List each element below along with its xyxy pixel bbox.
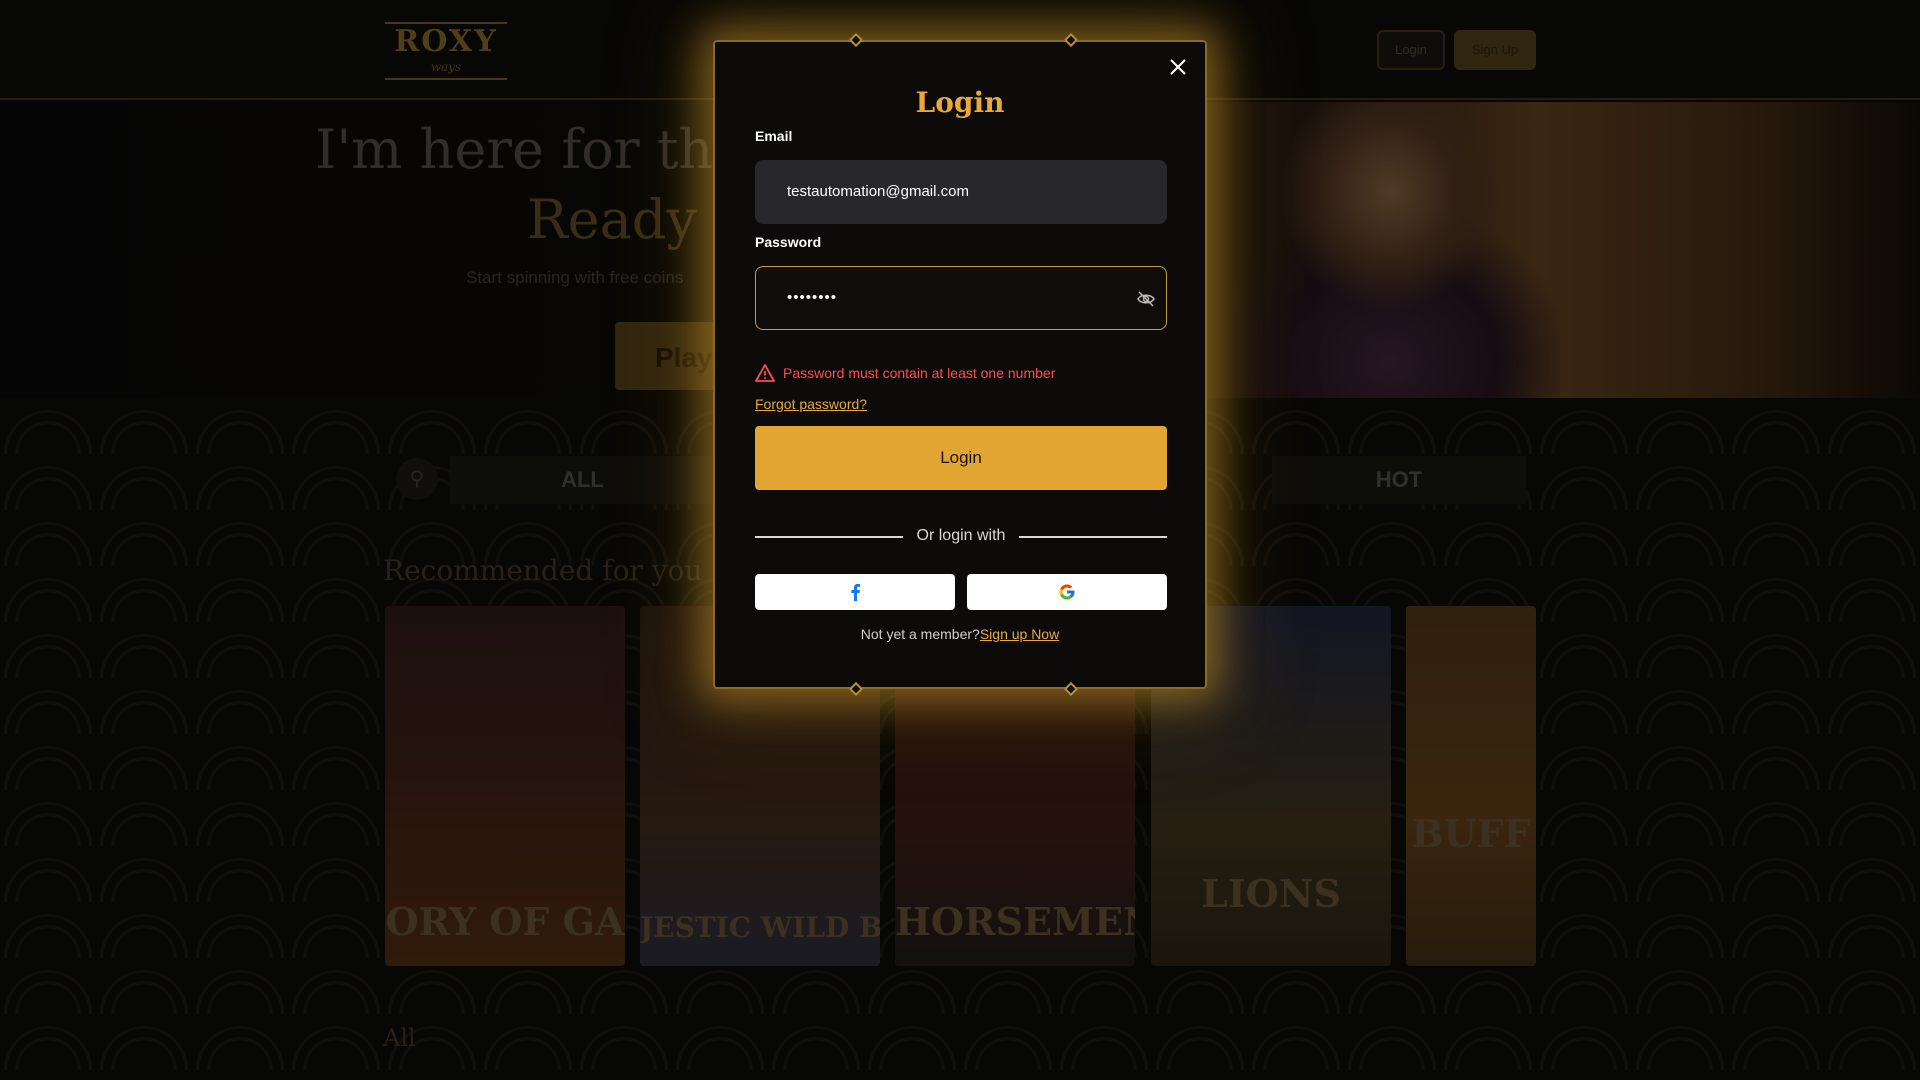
facebook-login-button[interactable]	[755, 574, 955, 610]
password-error-text: Password must contain at least one numbe…	[783, 365, 1056, 381]
divider-text: Or login with	[916, 527, 1006, 544]
eye-slash-icon[interactable]	[1136, 289, 1156, 309]
google-login-button[interactable]	[967, 574, 1167, 610]
modal-title: Login	[915, 86, 1005, 119]
close-modal-button[interactable]	[1165, 54, 1191, 80]
google-icon	[1059, 584, 1075, 600]
facebook-icon	[851, 583, 861, 601]
email-label: Email	[755, 128, 793, 144]
signup-now-link[interactable]: Sign up Now	[980, 626, 1059, 642]
password-field[interactable]: ••••••••	[755, 266, 1167, 330]
warning-icon	[755, 364, 775, 382]
close-icon	[1170, 59, 1186, 75]
signup-prompt-row: Not yet a member?Sign up Now	[715, 626, 1205, 642]
password-error: Password must contain at least one numbe…	[755, 362, 1055, 384]
signup-prompt-text: Not yet a member?	[860, 626, 980, 642]
password-label: Password	[755, 234, 822, 250]
password-value: ••••••••	[787, 289, 838, 306]
login-modal: Login Email testautomation@gmail.com Pas…	[713, 32, 1207, 697]
or-login-divider: Or login with	[755, 526, 1167, 546]
email-field[interactable]: testautomation@gmail.com	[755, 160, 1167, 224]
login-submit-button[interactable]: Login	[755, 426, 1167, 490]
forgot-password-link[interactable]: Forgot password?	[755, 396, 867, 412]
